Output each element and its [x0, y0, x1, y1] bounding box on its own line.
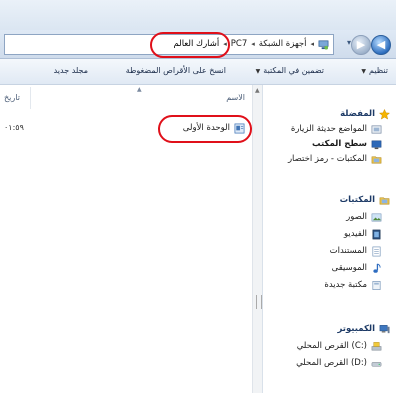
organize-button[interactable]: ▼ تنظيم	[361, 66, 388, 75]
file-list[interactable]: ▲ الاسم تاريخ الوحدة الأولى ٠١:٥٩	[0, 85, 253, 393]
column-divider	[30, 87, 31, 109]
command-toolbar: ▼ تنظيم ▼ تضمين في المكتبة انسخ على الأقرا…	[0, 59, 396, 85]
nav-libraries-label: المكتبات	[339, 195, 375, 205]
nav-item-label: القرص المحلي (D:)	[296, 358, 367, 368]
highlight-ring-address	[150, 32, 230, 58]
documents-icon	[372, 246, 381, 256]
new-library-icon	[372, 280, 381, 290]
include-in-library-label: تضمين في المكتبة	[263, 66, 324, 75]
nav-item-videos[interactable]: الفيديو	[344, 227, 382, 241]
nav-item-label: القرص المحلي (C:)	[296, 341, 367, 351]
nav-item-label: المواضع حديثة الزيارة	[290, 124, 367, 134]
system-drive-icon	[371, 341, 382, 350]
nav-item-pictures[interactable]: الصور	[346, 210, 382, 224]
highlight-ring-file	[158, 115, 252, 143]
nav-item-recent-places[interactable]: المواضع حديثة الزيارة	[291, 122, 382, 136]
network-icon	[318, 40, 329, 50]
libraries-icon	[379, 196, 390, 204]
nav-item-label: المكتبات - رمز اختصار	[287, 154, 367, 164]
nav-computer[interactable]: الكمبيوتر	[338, 322, 391, 336]
nav-item-music[interactable]: الموسيقى	[332, 261, 382, 275]
breadcrumb-separator: ◂	[251, 40, 255, 48]
column-header-date[interactable]: تاريخ	[4, 93, 20, 102]
new-folder-label: مجلد جديد	[53, 66, 88, 75]
pictures-icon	[371, 213, 382, 221]
burn-label: انسخ على الأقراص المضغوطة	[125, 66, 226, 75]
nav-item-label: الصور	[346, 212, 367, 222]
nav-item-label: المستندات	[329, 246, 367, 256]
nav-item-label: الفيديو	[343, 229, 367, 239]
folder-shortcut-icon	[371, 155, 382, 163]
nav-favorites-label: المفضلة	[340, 109, 375, 119]
star-icon	[379, 108, 390, 120]
forward-button[interactable]: ▶	[351, 35, 371, 55]
breadcrumb-pc7[interactable]: PC7	[231, 35, 247, 54]
nav-favorites[interactable]: المفضلة	[340, 107, 390, 121]
window-titlebar	[0, 0, 396, 30]
nav-item-libraries-shortcut[interactable]: المكتبات - رمز اختصار	[288, 152, 382, 166]
address-row: ◀ ▶ ▾ ◂ أجهزة الشبكة ◂ PC7 ◂ أشارك العال…	[0, 30, 396, 59]
burn-button[interactable]: انسخ على الأقراص المضغوطة	[126, 66, 226, 75]
nav-item-desktop[interactable]: سطح المكتب	[312, 137, 382, 151]
scroll-up-icon[interactable]: ▲	[255, 87, 260, 94]
file-date: ٠١:٥٩	[4, 123, 24, 132]
include-in-library-button[interactable]: ▼ تضمين في المكتبة	[256, 66, 324, 75]
explorer-content: ▲ الاسم تاريخ الوحدة الأولى ٠١:٥٩ ▲ المف…	[0, 85, 396, 393]
recent-places-icon	[371, 124, 382, 134]
navigation-buttons: ◀ ▶ ▾	[338, 33, 393, 55]
sort-arrow-icon: ▲	[137, 86, 142, 93]
breadcrumb-network[interactable]: أجهزة الشبكة	[259, 35, 307, 54]
nav-item-documents[interactable]: المستندات	[330, 244, 382, 258]
column-header-name[interactable]: الاسم	[226, 93, 245, 102]
back-button[interactable]: ◀	[371, 35, 391, 55]
nav-item-label: الموسيقى	[331, 263, 367, 273]
breadcrumb-separator: ◂	[310, 40, 314, 48]
nav-computer-label: الكمبيوتر	[337, 324, 376, 334]
music-icon	[373, 262, 381, 273]
video-icon	[372, 229, 381, 239]
desktop-icon	[371, 140, 382, 149]
drive-icon	[371, 361, 382, 367]
computer-icon	[379, 324, 390, 333]
recent-pages-dropdown-icon[interactable]: ▾	[347, 38, 351, 47]
nav-item-label: سطح المكتب	[312, 139, 367, 149]
nav-item-label: مكتبة جديدة	[324, 280, 367, 290]
nav-item-drive-c[interactable]: القرص المحلي (C:)	[297, 339, 382, 353]
nav-item-drive-d[interactable]: القرص المحلي (D:)	[296, 356, 382, 370]
nav-libraries[interactable]: المكتبات	[340, 193, 390, 207]
nav-item-new-library[interactable]: مكتبة جديدة	[324, 278, 382, 292]
new-folder-button[interactable]: مجلد جديد	[54, 66, 88, 75]
navigation-pane: المفضلة المواضع حديثة الزيارة سطح المكتب…	[262, 85, 396, 393]
organize-label: تنظيم	[369, 66, 388, 75]
